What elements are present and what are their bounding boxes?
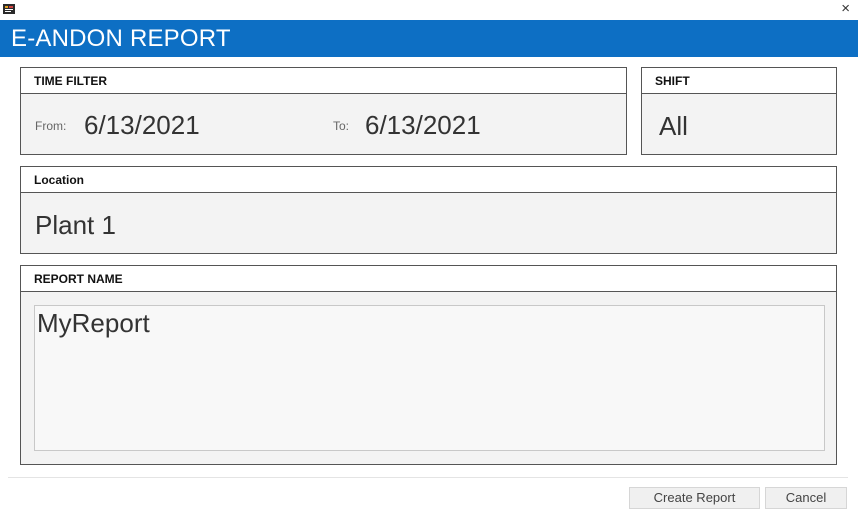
- report-name-panel: REPORT NAME MyReport: [20, 265, 837, 465]
- to-date-field[interactable]: 6/13/2021: [365, 110, 481, 141]
- location-header: Location: [21, 167, 836, 193]
- cancel-button[interactable]: Cancel: [765, 487, 847, 509]
- create-report-button[interactable]: Create Report: [629, 487, 760, 509]
- shift-header: SHIFT: [642, 68, 836, 94]
- location-selector[interactable]: Plant 1: [35, 210, 116, 241]
- shift-selector[interactable]: All: [659, 111, 688, 142]
- report-name-input[interactable]: MyReport: [34, 305, 825, 451]
- close-icon[interactable]: ×: [841, 0, 850, 18]
- report-app-icon: [3, 4, 15, 14]
- shift-panel: SHIFT All: [641, 67, 837, 155]
- page-title: E-ANDON REPORT: [0, 20, 858, 57]
- report-name-header: REPORT NAME: [21, 266, 836, 292]
- time-filter-header: TIME FILTER: [21, 68, 626, 94]
- from-date-field[interactable]: 6/13/2021: [84, 110, 200, 141]
- time-filter-panel: TIME FILTER From: 6/13/2021 To: 6/13/202…: [20, 67, 627, 155]
- window-titlebar: ×: [0, 0, 858, 20]
- location-panel: Location Plant 1: [20, 166, 837, 254]
- footer-divider: [8, 477, 848, 478]
- from-label: From:: [35, 119, 67, 133]
- to-label: To:: [333, 119, 350, 133]
